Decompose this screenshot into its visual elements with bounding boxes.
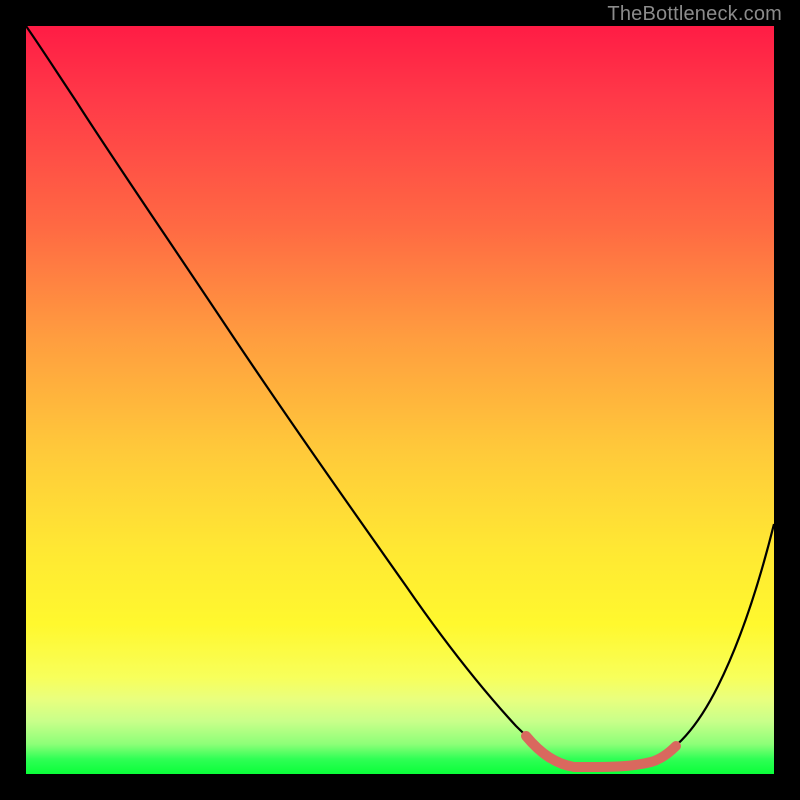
watermark-text: TheBottleneck.com (607, 3, 782, 26)
plot-area (26, 26, 774, 774)
bottleneck-curve (26, 26, 774, 766)
curve-svg (26, 26, 774, 774)
bottom-marker (526, 736, 676, 767)
chart-frame: TheBottleneck.com (0, 0, 800, 800)
